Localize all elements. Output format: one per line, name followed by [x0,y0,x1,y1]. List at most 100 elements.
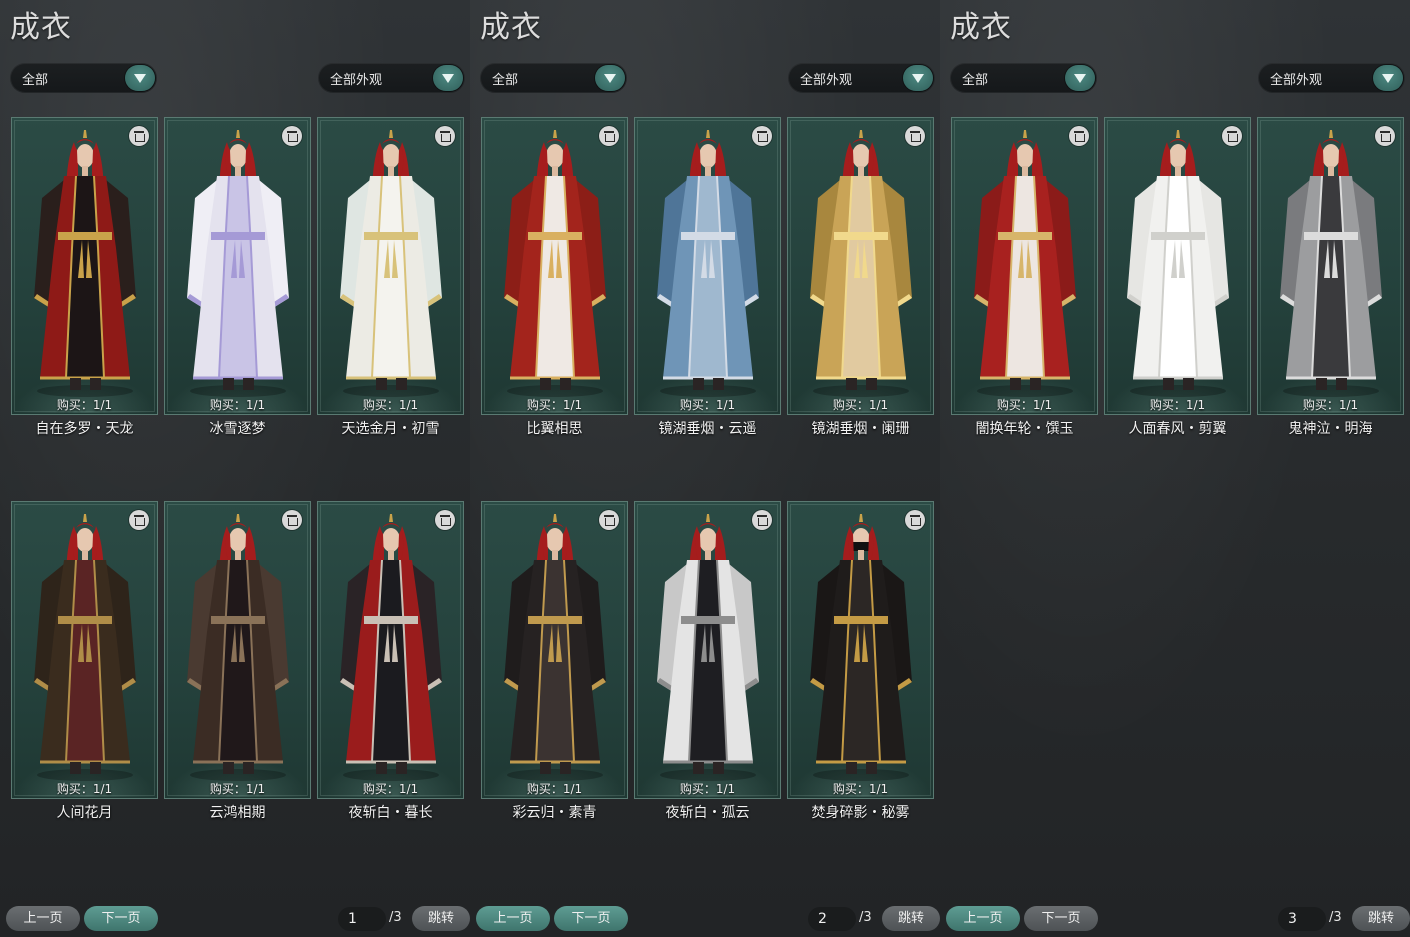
purchase-count: 购买：1/1 [526,782,583,796]
page-total: /3 [389,910,402,925]
category-dropdown[interactable]: 全部 [950,63,1097,93]
outfit-name: 自在多罗・天龙 [35,421,134,437]
page-number-input[interactable] [338,907,386,931]
outfit-card[interactable]: 购买：1/1 [787,117,934,415]
outfit-card[interactable]: 购买：1/1 [1257,117,1404,415]
purchase-count: 购买：1/1 [832,398,889,412]
trash-icon[interactable] [435,126,455,146]
trash-icon[interactable] [905,126,925,146]
chevron-down-icon[interactable] [903,65,933,91]
outfit-card[interactable]: 购买：1/1 [317,501,464,799]
outfit-name: 镜湖垂烟・云遥 [658,421,757,437]
outfit-figure [657,130,759,397]
wardrobe-panel-1: 成衣 全部 全部外观 购买：1/1 自在多罗・天龙 购买：1/1 冰雪逐梦 购买… [0,0,470,937]
outfit-figure [1127,130,1229,397]
appearance-dropdown[interactable]: 全部外观 [1258,63,1405,93]
chevron-down-icon[interactable] [595,65,625,91]
outfit-card[interactable]: 购买：1/1 [481,501,628,799]
category-dropdown[interactable]: 全部 [10,63,157,93]
outfit-figure [974,130,1076,397]
trash-icon[interactable] [1375,126,1395,146]
panel-title: 成衣 [950,10,1012,45]
purchase-count: 购买：1/1 [209,782,266,796]
outfit-name: 云鸿相期 [209,805,266,821]
outfit-figure [340,130,442,397]
trash-icon[interactable] [282,126,302,146]
trash-icon[interactable] [129,510,149,530]
outfit-figure [504,514,606,781]
outfit-name: 镜湖垂烟・阑珊 [811,421,910,437]
wardrobe-panel-3: 成衣 全部 全部外观 购买：1/1 闇换年轮・馔玉 购买：1/1 人面春风・剪翼… [940,0,1410,937]
trash-icon[interactable] [129,126,149,146]
chevron-down-icon[interactable] [1373,65,1403,91]
appearance-dropdown[interactable]: 全部外观 [318,63,465,93]
purchase-count: 购买：1/1 [1149,398,1206,412]
outfit-card[interactable]: 购买：1/1 [317,117,464,415]
outfit-card[interactable]: 购买：1/1 [11,501,158,799]
outfit-name: 比翼相思 [526,421,583,437]
dropdown-value: 全部 [492,73,519,88]
trash-icon[interactable] [752,126,772,146]
next-page-button[interactable]: 下一页 [84,906,158,931]
prev-page-button[interactable]: 上一页 [946,906,1020,931]
trash-icon[interactable] [1222,126,1242,146]
outfit-card[interactable]: 购买：1/1 [164,501,311,799]
trash-icon[interactable] [752,510,772,530]
trash-icon[interactable] [435,510,455,530]
outfit-figure [187,514,289,781]
purchase-count: 购买：1/1 [1302,398,1359,412]
chevron-down-icon[interactable] [1065,65,1095,91]
purchase-count: 购买：1/1 [362,782,419,796]
trash-icon[interactable] [599,510,619,530]
chevron-down-icon[interactable] [125,65,155,91]
trash-icon[interactable] [282,510,302,530]
trash-icon[interactable] [905,510,925,530]
outfit-card[interactable]: 购买：1/1 [787,501,934,799]
outfit-card[interactable]: 购买：1/1 [164,117,311,415]
outfit-figure [1280,130,1382,397]
purchase-count: 购买：1/1 [679,398,736,412]
purchase-count: 购买：1/1 [209,398,266,412]
panel-title: 成衣 [10,10,72,45]
trash-icon[interactable] [599,126,619,146]
outfit-name: 闇换年轮・馔玉 [975,421,1074,437]
outfit-name: 鬼神泣・明海 [1288,421,1373,437]
page-number-input[interactable] [808,907,856,931]
outfit-name: 人间花月 [56,805,113,821]
dropdown-value: 全部 [22,73,49,88]
appearance-dropdown[interactable]: 全部外观 [788,63,935,93]
prev-page-button[interactable]: 上一页 [6,906,80,931]
next-page-button[interactable]: 下一页 [554,906,628,931]
purchase-count: 购买：1/1 [996,398,1053,412]
outfit-card[interactable]: 购买：1/1 [951,117,1098,415]
purchase-count: 购买：1/1 [56,398,113,412]
dropdown-value: 全部 [962,73,989,88]
wardrobe-panel-2: 成衣 全部 全部外观 购买：1/1 比翼相思 购买：1/1 镜湖垂烟・云遥 购买… [470,0,940,937]
outfit-name: 夜斩白・暮长 [348,805,433,821]
outfit-figure [340,514,442,781]
jump-button[interactable]: 跳转 [412,906,470,931]
chevron-down-icon[interactable] [433,65,463,91]
category-dropdown[interactable]: 全部 [480,63,627,93]
purchase-count: 购买：1/1 [362,398,419,412]
outfit-name: 人面春风・剪翼 [1128,421,1227,437]
outfit-figure [187,130,289,397]
outfit-card[interactable]: 购买：1/1 [634,501,781,799]
page-total: /3 [1329,910,1342,925]
page-number-input[interactable] [1278,907,1326,931]
outfit-figure [810,514,912,781]
jump-button[interactable]: 跳转 [882,906,940,931]
outfit-card[interactable]: 购买：1/1 [1104,117,1251,415]
outfit-name: 冰雪逐梦 [209,421,266,437]
trash-icon[interactable] [1069,126,1089,146]
prev-page-button[interactable]: 上一页 [476,906,550,931]
jump-button[interactable]: 跳转 [1352,906,1410,931]
purchase-count: 购买：1/1 [56,782,113,796]
purchase-count: 购买：1/1 [679,782,736,796]
outfit-figure [504,130,606,397]
outfit-card[interactable]: 购买：1/1 [634,117,781,415]
outfit-card[interactable]: 购买：1/1 [11,117,158,415]
outfit-card[interactable]: 购买：1/1 [481,117,628,415]
outfit-figure [810,130,912,397]
next-page-button[interactable]: 下一页 [1024,906,1098,931]
